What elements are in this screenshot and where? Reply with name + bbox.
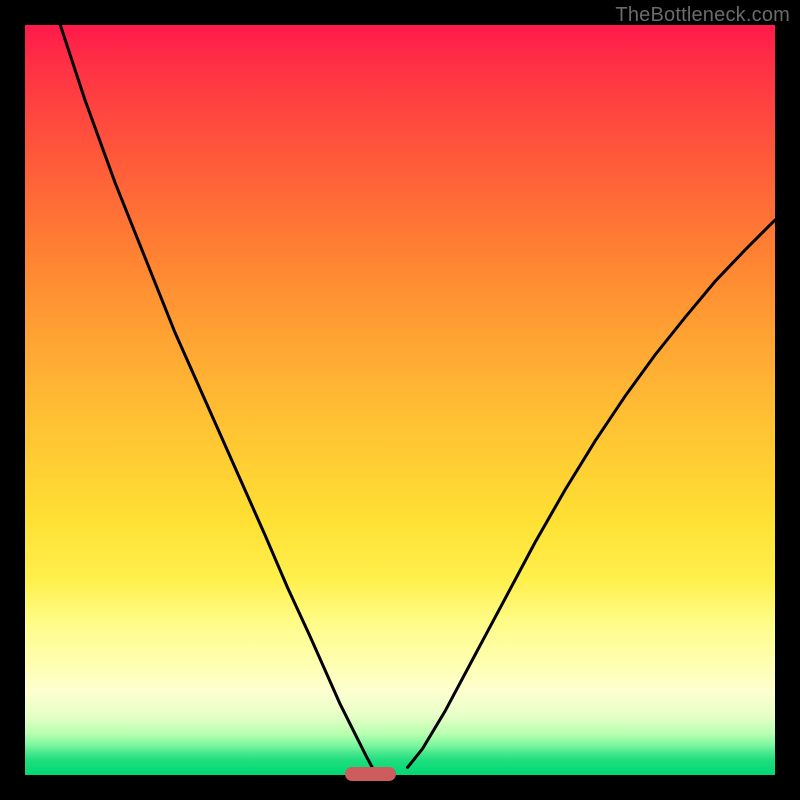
plot-area	[25, 25, 775, 775]
chart-frame: TheBottleneck.com	[0, 0, 800, 800]
curve-left-branch	[60, 25, 372, 768]
watermark-text: TheBottleneck.com	[615, 4, 790, 27]
bottleneck-marker	[345, 767, 396, 781]
curve-right-branch	[408, 220, 776, 768]
bottleneck-curves	[25, 25, 775, 775]
